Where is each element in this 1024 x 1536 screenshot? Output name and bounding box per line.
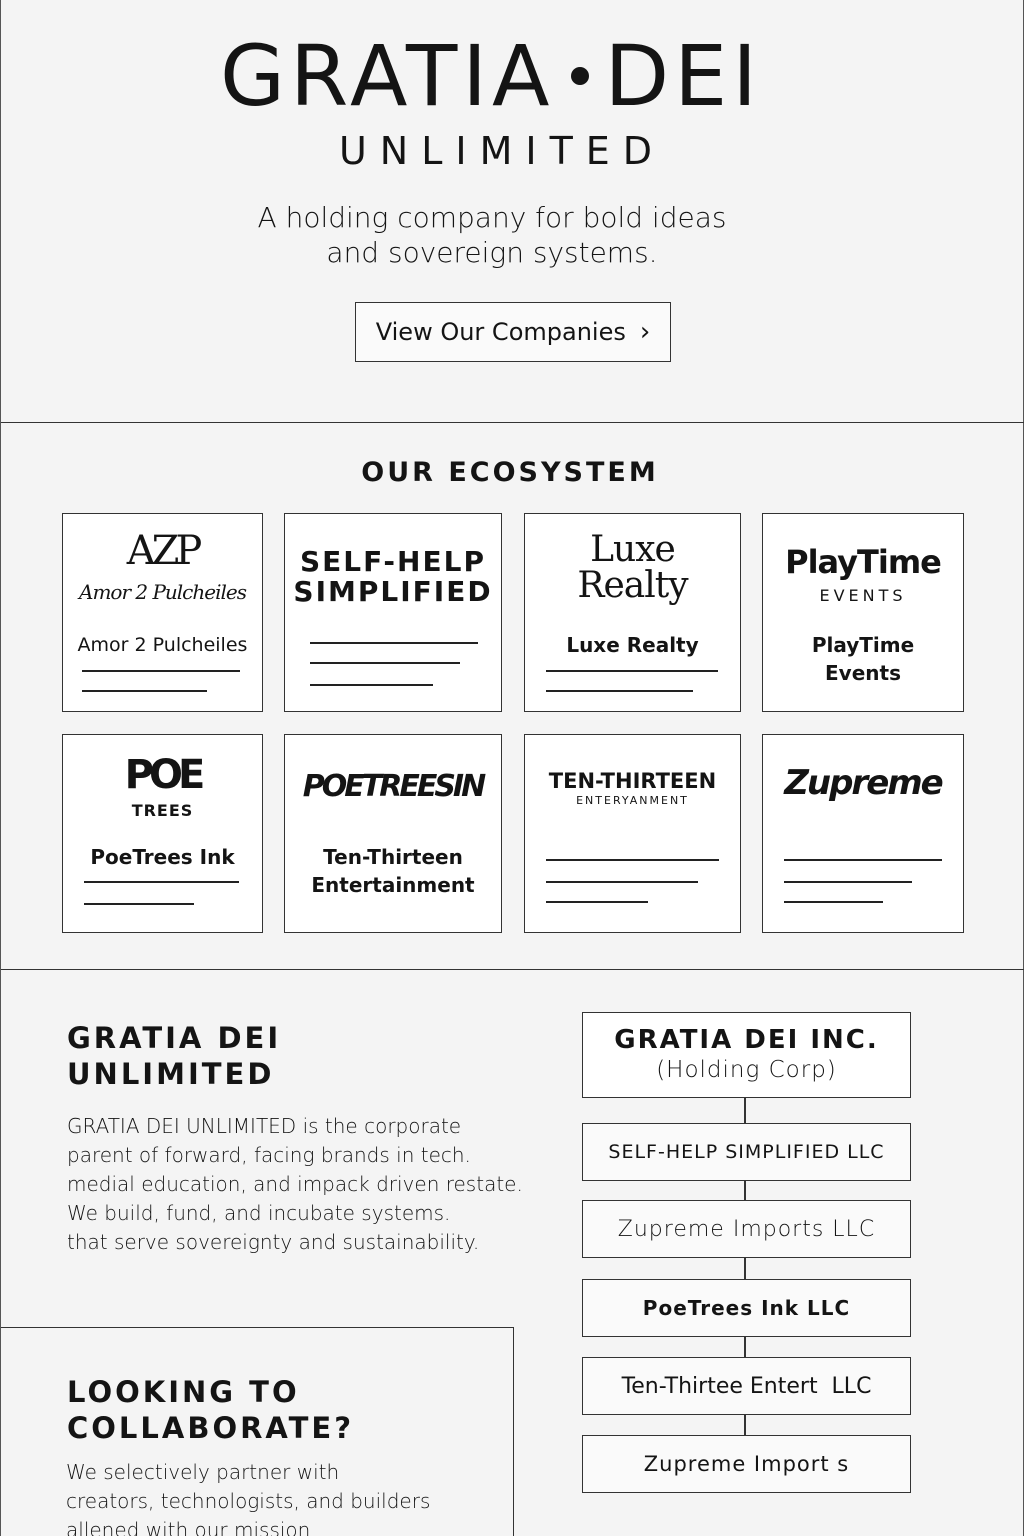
tagline-line-1: A holding company for bold ideas xyxy=(257,201,727,234)
card-name-line-1: PlayTime xyxy=(811,633,915,657)
brand-subtitle: UNLIMITED xyxy=(338,129,666,173)
collaborate-body-line: creators, technologists, and builders xyxy=(66,1489,431,1513)
about-body-line: medial education, and impack driven rest… xyxy=(67,1172,523,1196)
brand-title-right: DEI xyxy=(604,27,763,125)
about-body-line: that serve sovereignty and sustainabilit… xyxy=(67,1230,480,1254)
collaborate-body: We selectively partner with creators, te… xyxy=(66,1458,486,1536)
about-body-line: GRATIA DEI UNLIMITED is the corporate xyxy=(67,1114,462,1138)
placeholder-line xyxy=(310,642,478,644)
about-body-line: parent of forward, facing brands in tech… xyxy=(67,1143,471,1167)
placeholder-line xyxy=(546,901,648,903)
org-parent-type: (Holding Corp) xyxy=(656,1057,837,1083)
placeholder-line xyxy=(546,670,718,672)
collaborate-body-line: We selectively partner with xyxy=(66,1460,340,1484)
company-card-ten-thirteen[interactable]: TEN-THIRTEEN ENTERYANMENT xyxy=(524,734,741,933)
self-help-logo-line-1: SELF-HELP xyxy=(300,545,486,578)
collaborate-title: LOOKING TO COLLABORATE? xyxy=(67,1374,354,1446)
card-name: Luxe Realty xyxy=(566,633,699,657)
org-child-name: SELF-HELP SIMPLIFIED LLC xyxy=(608,1141,885,1163)
placeholder-line xyxy=(82,690,207,692)
ecosystem-heading: OUR ECOSYSTEM xyxy=(361,457,659,488)
page: GRATIA DEI UNLIMITED A holding company fo… xyxy=(0,0,1024,1536)
org-child-name: PoeTrees Ink LLC xyxy=(642,1296,851,1320)
placeholder-line xyxy=(546,881,698,883)
collaborate-panel: LOOKING TO COLLABORATE? We selectively p… xyxy=(1,1327,514,1536)
placeholder-line xyxy=(310,684,433,686)
company-card-amor[interactable]: AZP Amor 2 Pulcheiles Amor 2 Pulcheiles xyxy=(62,513,263,712)
zupreme-logo: Zupreme xyxy=(784,763,944,803)
about-body: GRATIA DEI UNLIMITED is the corporate pa… xyxy=(67,1112,527,1257)
card-name-line-2: Entertainment xyxy=(311,873,475,897)
view-companies-button[interactable]: View Our Companies › xyxy=(355,302,671,362)
org-child-name: Zupreme Imports LLC xyxy=(617,1216,876,1242)
collaborate-title-line-2: COLLABORATE? xyxy=(67,1411,355,1445)
ten-thirteen-logo: TEN-THIRTEEN xyxy=(548,769,717,793)
playtime-events-logo: EVENTS xyxy=(819,586,907,605)
company-card-zupreme[interactable]: Zupreme xyxy=(762,734,964,933)
org-child-box: PoeTrees Ink LLC xyxy=(582,1279,911,1337)
poe-logo: POE xyxy=(124,752,206,798)
luxe-logo-line-1: Luxe xyxy=(590,529,676,570)
placeholder-line xyxy=(546,690,693,692)
poetreesin-logo: POETREESIN xyxy=(302,769,486,804)
org-child-box: Zupreme Import s xyxy=(582,1435,911,1493)
luxe-realty-logo: Luxe Realty xyxy=(525,532,740,604)
placeholder-line xyxy=(82,670,240,672)
card-name: PoeTrees Ink xyxy=(90,845,235,869)
ecosystem-section: OUR ECOSYSTEM AZP Amor 2 Pulcheiles Amor… xyxy=(1,423,1024,970)
bullet-dot-icon xyxy=(570,67,589,86)
card-name-line-2: Events xyxy=(825,661,901,685)
placeholder-line xyxy=(784,859,942,861)
placeholder-line xyxy=(84,903,194,905)
org-child-box: Ten-Thirtee Entert LLC xyxy=(582,1357,911,1415)
company-card-playtime[interactable]: PlayTime EVENTS PlayTime Events xyxy=(762,513,964,712)
org-child-box: Zupreme Imports LLC xyxy=(582,1200,911,1258)
placeholder-line xyxy=(84,881,239,883)
about-title-line-2: UNLIMITED xyxy=(67,1057,275,1091)
collaborate-body-line: allened with our mission xyxy=(66,1518,311,1536)
about-title: GRATIA DEI UNLIMITED xyxy=(67,1020,281,1092)
card-name: Ten-Thirteen Entertainment xyxy=(285,843,501,899)
brand-title: GRATIA DEI xyxy=(1,34,981,118)
self-help-logo: SELF-HELP SIMPLIFIED xyxy=(285,547,501,607)
brand-title-left: GRATIA xyxy=(219,27,555,125)
chevron-right-icon: › xyxy=(639,317,651,347)
about-body-line: We build, fund, and incubate systems. xyxy=(67,1201,451,1225)
org-child-name: Ten-Thirtee Entert LLC xyxy=(621,1373,872,1399)
card-name-line-1: Ten-Thirteen xyxy=(323,845,463,869)
tagline-line-2: and sovereign systems. xyxy=(326,236,658,269)
company-card-poetreesin[interactable]: POETREESIN Ten-Thirteen Entertainment xyxy=(284,734,502,933)
trees-logo: TREES xyxy=(131,801,194,820)
tagline: A holding company for bold ideas and sov… xyxy=(1,200,983,270)
ten-thirteen-sub-logo: ENTERYANMENT xyxy=(576,794,689,807)
luxe-logo-line-2: Realty xyxy=(577,565,688,606)
org-parent-box: GRATIA DEI INC. (Holding Corp) xyxy=(582,1012,911,1098)
org-parent-name: GRATIA DEI INC. xyxy=(614,1025,879,1055)
placeholder-line xyxy=(784,881,912,883)
company-card-self-help[interactable]: SELF-HELP SIMPLIFIED xyxy=(284,513,502,712)
card-name: PlayTime Events xyxy=(763,631,963,687)
hero-section: GRATIA DEI UNLIMITED A holding company fo… xyxy=(1,0,1024,423)
self-help-logo-line-2: SIMPLIFIED xyxy=(293,575,493,608)
amor-monogram-logo: AZP xyxy=(126,528,203,574)
view-companies-label: View Our Companies xyxy=(375,318,626,346)
collaborate-title-line-1: LOOKING TO xyxy=(67,1375,300,1409)
company-card-poetrees[interactable]: POE TREES PoeTrees Ink xyxy=(62,734,263,933)
placeholder-line xyxy=(546,859,719,861)
card-name: Amor 2 Pulcheiles xyxy=(77,634,248,656)
placeholder-line xyxy=(784,901,883,903)
org-child-name: Zupreme Import s xyxy=(643,1452,850,1476)
placeholder-line xyxy=(310,662,460,664)
about-section: GRATIA DEI UNLIMITED GRATIA DEI UNLIMITE… xyxy=(1,970,1024,1536)
company-card-luxe-realty[interactable]: Luxe Realty Luxe Realty xyxy=(524,513,741,712)
playtime-logo: PlayTime xyxy=(785,543,942,581)
about-title-line-1: GRATIA DEI xyxy=(67,1021,282,1055)
org-child-box: SELF-HELP SIMPLIFIED LLC xyxy=(582,1123,911,1181)
amor-script-logo: Amor 2 Pulcheiles xyxy=(79,580,247,604)
